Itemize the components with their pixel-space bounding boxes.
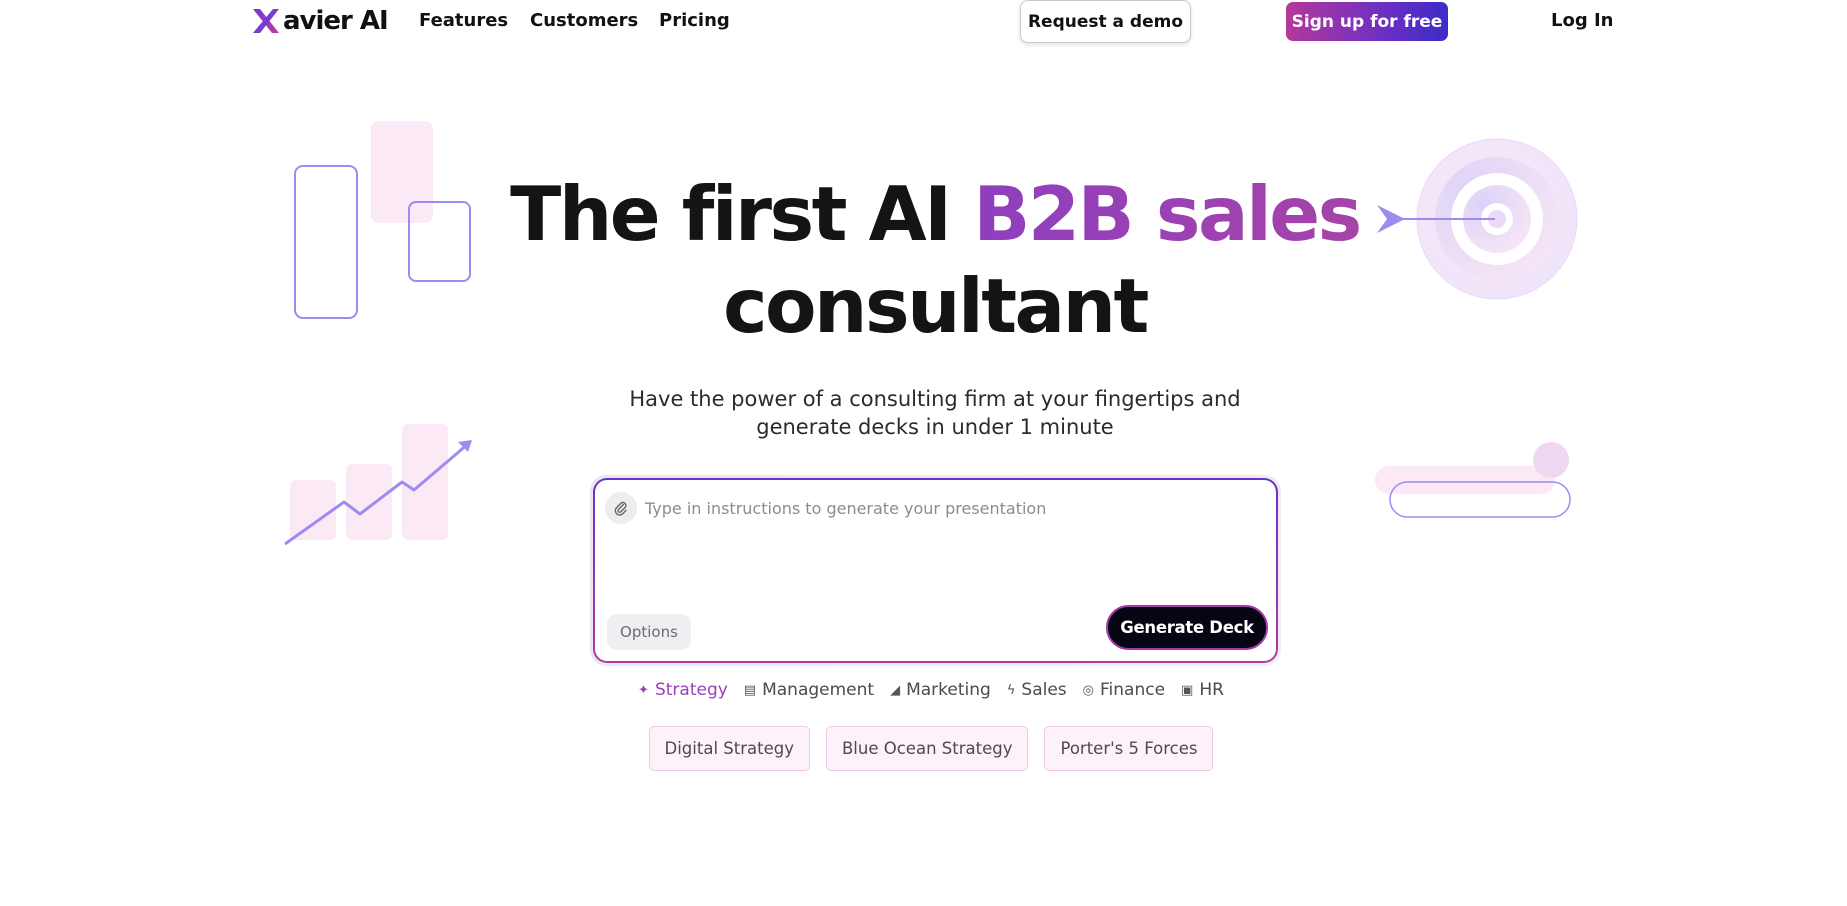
prompt-input[interactable]	[645, 494, 1245, 522]
hero-title-part1: The first AI	[510, 170, 974, 258]
nav-customers[interactable]: Customers	[530, 10, 638, 31]
nav-pricing[interactable]: Pricing	[659, 10, 730, 31]
attach-button[interactable]	[605, 492, 637, 524]
lightning-icon: ϟ	[1006, 682, 1016, 698]
tab-label: HR	[1199, 680, 1224, 700]
paperclip-icon	[614, 501, 627, 516]
tab-label: Marketing	[906, 680, 991, 700]
chip-blue-ocean-strategy[interactable]: Blue Ocean Strategy	[825, 726, 1029, 771]
generate-deck-button[interactable]: Generate Deck	[1106, 605, 1268, 650]
request-demo-button[interactable]: Request a demo	[1020, 0, 1191, 43]
megaphone-icon: ◢	[890, 682, 901, 698]
chip-digital-strategy[interactable]: Digital Strategy	[648, 726, 810, 771]
tab-management[interactable]: ▤ Management	[744, 680, 874, 700]
tab-sales[interactable]: ϟ Sales	[1007, 680, 1067, 700]
tab-label: Sales	[1021, 680, 1067, 700]
tab-finance[interactable]: ◎ Finance	[1083, 680, 1165, 700]
tab-label: Management	[762, 680, 875, 700]
tab-label: Finance	[1100, 680, 1166, 700]
chip-porters-5-forces[interactable]: Porter's 5 Forces	[1044, 726, 1214, 771]
growth-chart-illustration	[284, 424, 472, 546]
logo-x-icon	[253, 9, 279, 33]
tab-strategy[interactable]: ✦ Strategy	[638, 680, 728, 700]
tab-hr[interactable]: ▣ HR	[1181, 680, 1224, 700]
login-link[interactable]: Log In	[1551, 10, 1614, 31]
prompt-container: Options Generate Deck	[590, 475, 1281, 666]
logo-text: avier AI	[283, 6, 389, 36]
options-button[interactable]: Options	[607, 614, 691, 650]
hero-title: The first AI B2B sales consultant	[0, 168, 1847, 352]
hero-subtitle: Have the power of a consulting firm at y…	[629, 387, 1241, 439]
coins-icon: ◎	[1082, 682, 1094, 698]
tab-label: Strategy	[654, 680, 728, 700]
slider-illustration	[1375, 442, 1571, 518]
puzzle-icon: ✦	[638, 682, 649, 698]
signup-button[interactable]: Sign up for free	[1286, 2, 1448, 41]
nav-features[interactable]: Features	[419, 10, 508, 31]
people-icon: ▣	[1181, 682, 1194, 698]
tab-marketing[interactable]: ◢ Marketing	[890, 680, 991, 700]
category-tabs: ✦ Strategy ▤ Management ◢ Marketing ϟ Sa…	[0, 680, 1847, 700]
document-icon: ▤	[743, 682, 757, 698]
top-nav: avier AI Features Customers Pricing Requ…	[0, 0, 1847, 44]
template-chips: Digital Strategy Blue Ocean Strategy Por…	[0, 726, 1847, 771]
prompt-border: Options Generate Deck	[593, 478, 1278, 663]
hero-title-part2: consultant	[723, 262, 1149, 350]
prompt-box: Options Generate Deck	[595, 480, 1276, 661]
logo[interactable]: avier AI	[250, 4, 389, 38]
hero-title-accent: B2B sales	[973, 170, 1362, 258]
